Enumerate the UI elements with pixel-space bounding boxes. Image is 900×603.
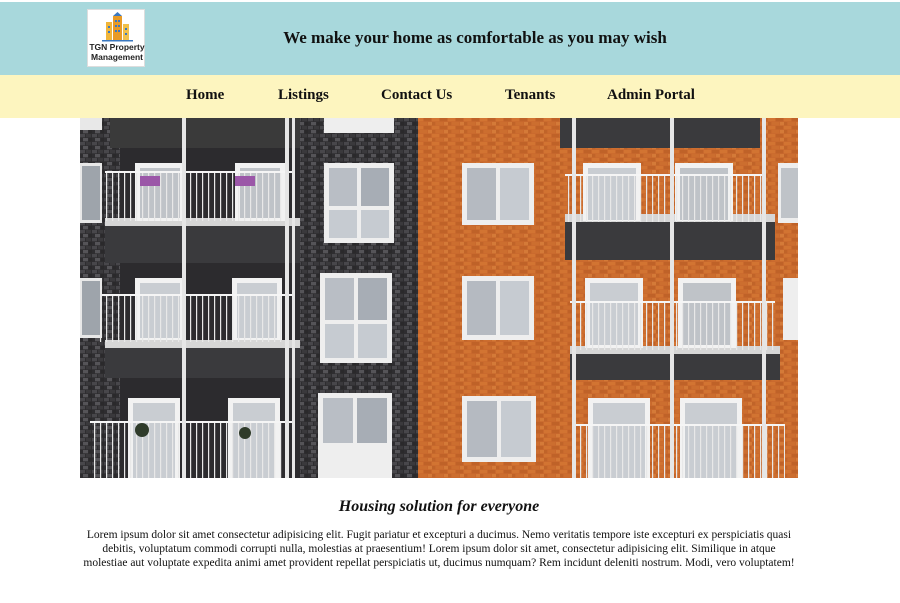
nav-admin-portal[interactable]: Admin Portal	[607, 87, 695, 104]
header-tagline: We make your home as comfortable as you …	[283, 28, 667, 47]
section-paragraph: Lorem ipsum dolor sit amet consectetur a…	[83, 529, 795, 569]
apartment-building-photo-icon	[80, 118, 798, 478]
building-logo-icon	[102, 12, 133, 42]
hero-image	[80, 118, 798, 478]
nav-contact-us[interactable]: Contact Us	[381, 87, 452, 104]
section-heading: Housing solution for everyone	[338, 498, 540, 515]
nav-home[interactable]: Home	[186, 87, 224, 104]
nav-tenants[interactable]: Tenants	[505, 87, 555, 104]
logo-text: TGN Property Management	[89, 42, 145, 62]
company-logo[interactable]: TGN Property Management	[87, 9, 145, 67]
nav-listings[interactable]: Listings	[278, 87, 329, 104]
site-header: TGN Property Management We make your hom…	[0, 2, 900, 75]
main-navigation: Home Listings Contact Us Tenants Admin P…	[0, 75, 900, 118]
